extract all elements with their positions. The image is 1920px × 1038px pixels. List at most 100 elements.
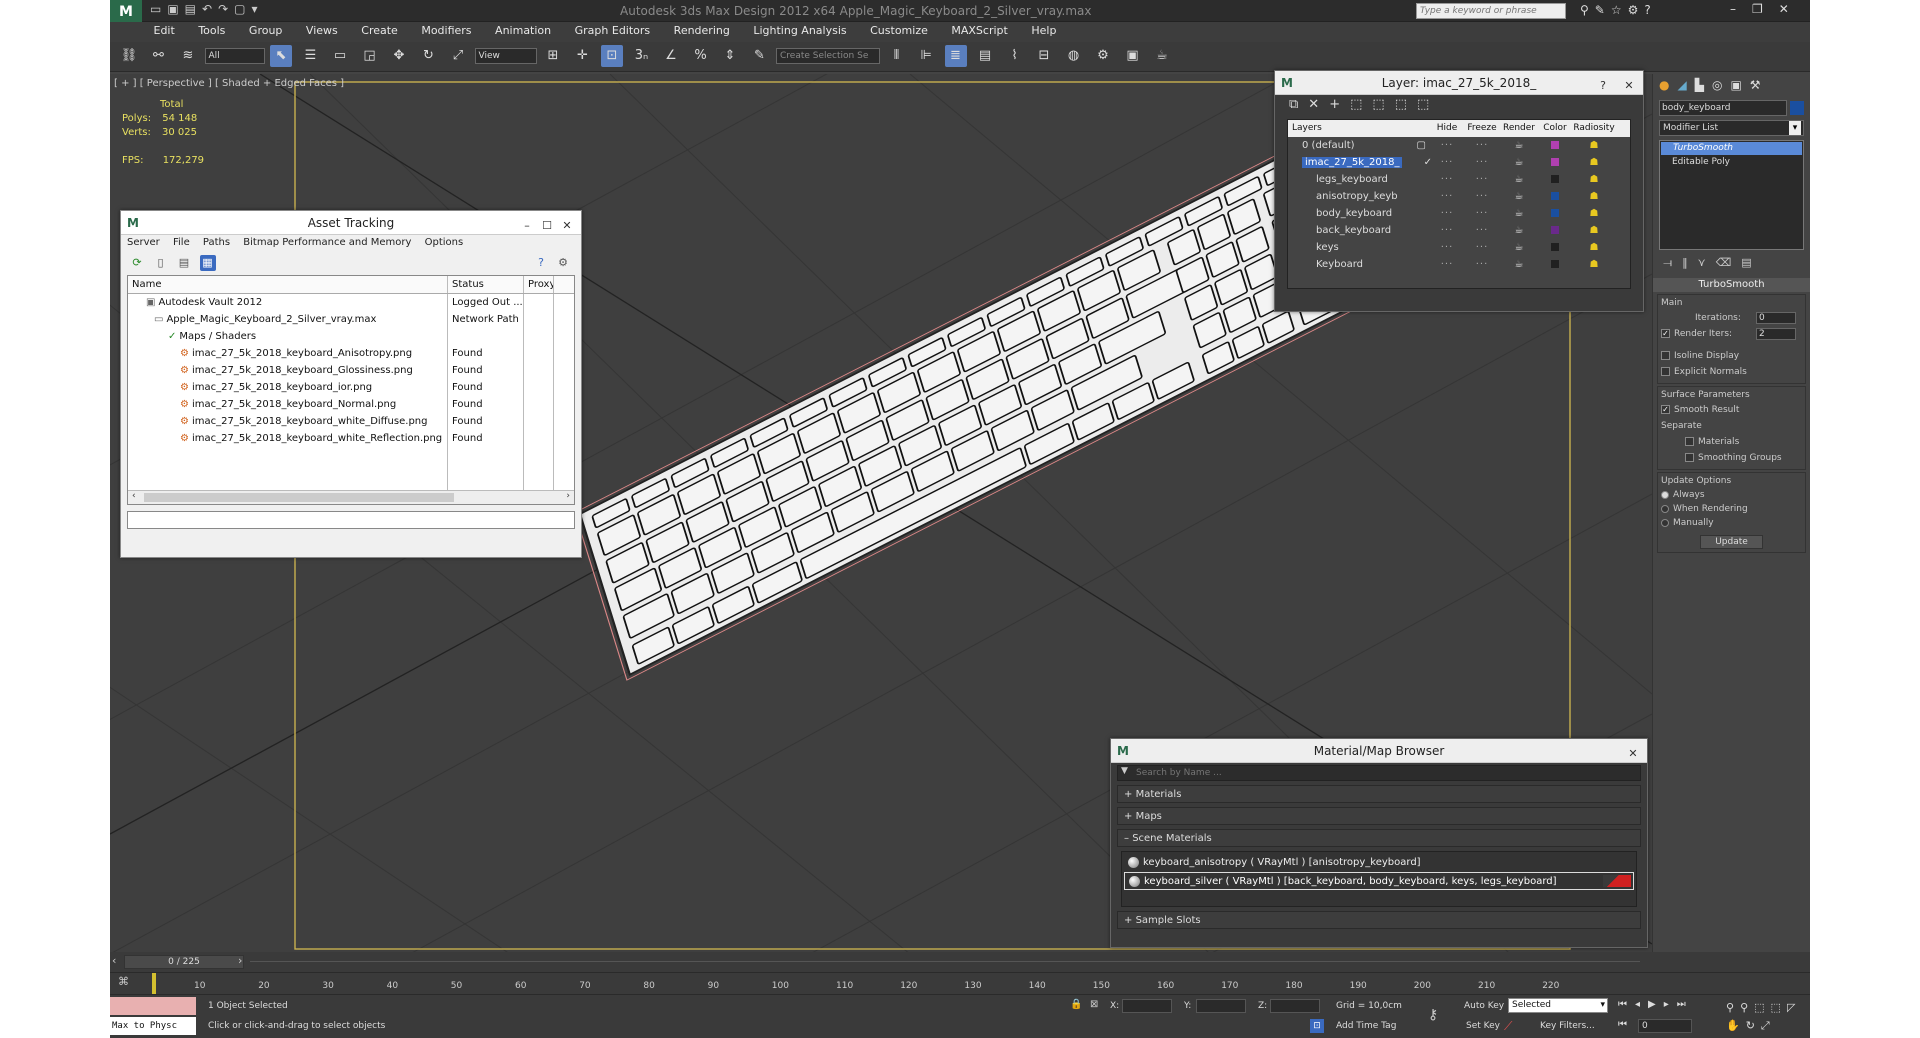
menu-animation[interactable]: Animation bbox=[485, 22, 561, 39]
asset-path-field[interactable] bbox=[127, 511, 575, 529]
menu-group[interactable]: Group bbox=[239, 22, 293, 39]
maximize-icon[interactable]: ☐ bbox=[537, 214, 557, 238]
col-render[interactable]: Render bbox=[1500, 120, 1538, 137]
rollout-turbosmooth[interactable]: TurboSmooth bbox=[1653, 278, 1810, 292]
maxscript-listener[interactable] bbox=[110, 997, 196, 1015]
maxscript-mini-field[interactable]: Max to Physc bbox=[110, 1017, 196, 1035]
render-teapot-icon[interactable]: ☕ bbox=[1500, 171, 1538, 188]
asset-row[interactable]: ⚙ imac_27_5k_2018_keyboard_ior.png Found bbox=[128, 379, 574, 396]
material-editor-icon[interactable]: ◍ bbox=[1063, 45, 1085, 67]
sep-materials-checkbox[interactable] bbox=[1685, 437, 1694, 446]
ruler-cursor[interactable] bbox=[152, 973, 156, 995]
zoom-extents-icon[interactable]: ⬚ bbox=[1754, 1001, 1770, 1014]
layer-color-swatch[interactable] bbox=[1551, 260, 1559, 268]
col-proxy[interactable]: Proxy bbox=[524, 276, 554, 293]
refresh-icon[interactable]: ⟳ bbox=[129, 255, 145, 271]
hide-toggle[interactable]: ··· bbox=[1430, 222, 1464, 239]
hide-toggle[interactable]: ··· bbox=[1430, 171, 1464, 188]
named-selection-dropdown[interactable]: Create Selection Se bbox=[776, 48, 880, 64]
selection-filter-dropdown[interactable]: All bbox=[204, 48, 265, 64]
render-teapot-icon[interactable]: ☕ bbox=[1500, 239, 1538, 256]
time-slider-next-icon[interactable]: › bbox=[238, 954, 242, 967]
link-icon[interactable]: ⛓ bbox=[118, 45, 140, 67]
menu-create[interactable]: Create bbox=[351, 22, 408, 39]
menu-maxscript[interactable]: MAXScript bbox=[941, 22, 1017, 39]
radiosity-icon[interactable]: ☗ bbox=[1572, 256, 1616, 273]
radiosity-icon[interactable]: ☗ bbox=[1572, 137, 1616, 154]
freeze-toggle[interactable]: ··· bbox=[1464, 137, 1500, 154]
settings-icon[interactable]: ⚙ bbox=[555, 255, 571, 271]
pin-stack-icon[interactable]: ⟞ bbox=[1663, 256, 1682, 269]
col-status[interactable]: Status bbox=[448, 276, 524, 293]
hide-all-icon[interactable]: ⬚ bbox=[1395, 97, 1417, 112]
configure-sets-icon[interactable]: ▤ bbox=[1741, 256, 1761, 269]
menu-graph-editors[interactable]: Graph Editors bbox=[565, 22, 661, 39]
table-view-icon[interactable]: ▦ bbox=[199, 255, 216, 271]
explicit-normals-checkbox[interactable] bbox=[1661, 367, 1670, 376]
time-tag-icon[interactable]: ⊡ bbox=[1310, 1019, 1324, 1033]
asset-row[interactable]: ⚙ imac_27_5k_2018_keyboard_Anisotropy.png… bbox=[128, 345, 574, 362]
next-frame-icon[interactable]: ▸ bbox=[1664, 999, 1677, 1010]
maximize-viewport-icon[interactable]: ⤢ bbox=[1761, 1019, 1776, 1032]
hide-toggle[interactable]: ··· bbox=[1430, 188, 1464, 205]
layer-color-swatch[interactable] bbox=[1551, 141, 1559, 149]
hide-toggle[interactable]: ··· bbox=[1430, 137, 1464, 154]
rendered-frame-icon[interactable]: ▣ bbox=[1122, 45, 1144, 67]
make-unique-icon[interactable]: ⋎ bbox=[1698, 256, 1716, 269]
time-slider[interactable]: 0 / 225 bbox=[124, 955, 244, 969]
go-to-start-icon[interactable]: ⏮ bbox=[1618, 999, 1635, 1010]
delete-layer-icon[interactable]: ✕ bbox=[1308, 97, 1329, 112]
radiosity-icon[interactable]: ☗ bbox=[1572, 171, 1616, 188]
stack-item-editable-poly[interactable]: Editable Poly bbox=[1660, 156, 1803, 169]
render-iters-spinner[interactable]: 2 bbox=[1756, 328, 1796, 340]
modifier-list-dropdown[interactable]: Modifier List ▾ bbox=[1659, 120, 1804, 136]
col-hide[interactable]: Hide bbox=[1430, 120, 1464, 137]
radiosity-icon[interactable]: ☗ bbox=[1572, 239, 1616, 256]
layer-color-swatch[interactable] bbox=[1551, 226, 1559, 234]
when-rendering-radio[interactable] bbox=[1661, 504, 1669, 513]
render-teapot-icon[interactable]: ☕ bbox=[1500, 154, 1538, 171]
iterations-spinner[interactable]: 0 bbox=[1756, 312, 1796, 324]
close-icon[interactable]: ✕ bbox=[557, 214, 577, 238]
select-object-icon[interactable]: ⬉ bbox=[270, 45, 292, 67]
window-controls[interactable]: –❐✕ bbox=[1730, 2, 1805, 16]
section-scene-materials[interactable]: – Scene Materials bbox=[1117, 829, 1641, 847]
keyboard-shortcut-icon[interactable]: ⊡ bbox=[601, 45, 623, 67]
key-mode-dropdown[interactable]: Selected ▾ bbox=[1508, 998, 1608, 1013]
material-item[interactable]: keyboard_anisotropy ( VRayMtl ) [anisotr… bbox=[1124, 854, 1634, 872]
at-menu-paths[interactable]: Paths bbox=[203, 237, 230, 248]
manually-radio[interactable] bbox=[1661, 518, 1669, 527]
file-icon[interactable]: ▯ bbox=[153, 255, 169, 271]
col-radiosity[interactable]: Radiosity bbox=[1572, 120, 1616, 137]
menu-rendering[interactable]: Rendering bbox=[664, 22, 740, 39]
layer-color-swatch[interactable] bbox=[1551, 209, 1559, 217]
close-icon[interactable]: ✕ bbox=[1619, 74, 1639, 98]
col-layers[interactable]: Layers bbox=[1288, 120, 1430, 137]
render-teapot-icon[interactable]: ☕ bbox=[1500, 205, 1538, 222]
layer-row[interactable]: back_keyboard ··· ··· ☕ ☗ bbox=[1288, 222, 1630, 239]
isoline-checkbox[interactable] bbox=[1661, 351, 1670, 360]
smooth-result-checkbox[interactable]: ✓ bbox=[1661, 405, 1670, 414]
stack-item-turbosmooth[interactable]: TurboSmooth bbox=[1661, 142, 1802, 155]
add-time-tag[interactable]: Add Time Tag bbox=[1336, 1021, 1396, 1031]
key-filters-button[interactable]: Key Filters... bbox=[1540, 1021, 1595, 1031]
show-end-result-icon[interactable]: ‖ bbox=[1682, 256, 1698, 269]
asset-row[interactable]: ⚙ imac_27_5k_2018_keyboard_Glossiness.png… bbox=[128, 362, 574, 379]
select-manipulate-icon[interactable]: ✛ bbox=[572, 45, 594, 67]
render-iters-checkbox[interactable]: ✓ bbox=[1661, 329, 1670, 338]
mini-curve-icon[interactable]: ⌘ bbox=[118, 975, 129, 988]
x-field[interactable] bbox=[1122, 999, 1172, 1013]
lock-icon[interactable]: 🔒 bbox=[1070, 999, 1082, 1010]
hide-toggle[interactable]: ··· bbox=[1430, 205, 1464, 222]
asset-row[interactable]: ▣ Autodesk Vault 2012 Logged Out ... bbox=[128, 294, 574, 311]
layer-row[interactable]: imac_27_5k_2018_ ✓ ··· ··· ☕ ☗ bbox=[1288, 154, 1630, 171]
hide-toggle[interactable]: ··· bbox=[1430, 239, 1464, 256]
help-icons[interactable]: ⚲✎☆⚙? bbox=[1580, 3, 1657, 17]
render-teapot-icon[interactable]: ☕ bbox=[1500, 256, 1538, 273]
pivot-center-icon[interactable]: ⊞ bbox=[542, 45, 564, 67]
current-frame-field[interactable]: 0 bbox=[1638, 1019, 1692, 1033]
render-teapot-icon[interactable]: ☕ bbox=[1500, 188, 1538, 205]
pan-icon[interactable]: ✋ bbox=[1726, 1019, 1746, 1032]
scale-icon[interactable]: ⤢ bbox=[447, 45, 469, 67]
at-menu-server[interactable]: Server bbox=[127, 237, 160, 248]
